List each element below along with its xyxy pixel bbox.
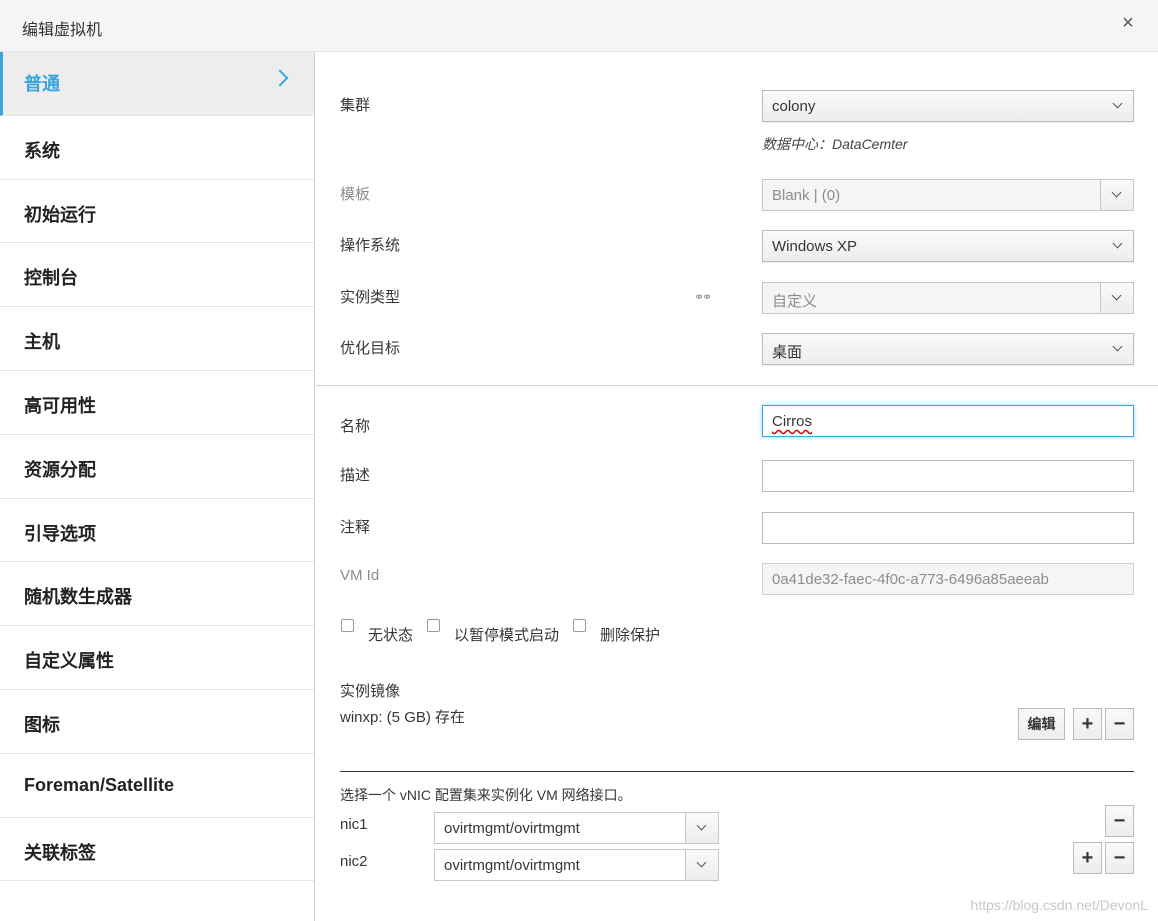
- cluster-value: colony: [772, 98, 816, 115]
- instance-type-dropdown-button[interactable]: [1100, 283, 1133, 313]
- nic1-dropdown-button[interactable]: [685, 813, 718, 843]
- os-label: 操作系统: [340, 237, 401, 254]
- sidebar-item-label: 引导选项: [24, 523, 96, 544]
- sidebar-item-resource-allocation[interactable]: 资源分配: [0, 435, 314, 499]
- start-paused-checkbox[interactable]: [427, 619, 440, 632]
- sidebar-item-boot-options[interactable]: 引导选项: [0, 499, 314, 563]
- nic1-label: nic1: [340, 816, 368, 833]
- nic2-value: ovirtmgmt/ovirtmgmt: [444, 857, 580, 874]
- sidebar-item-label: 主机: [24, 332, 60, 353]
- sidebar-item-console[interactable]: 控制台: [0, 243, 314, 308]
- nic2-label: nic2: [340, 853, 368, 870]
- chevron-down-icon: [1111, 290, 1122, 301]
- sidebar-item-label: 初始运行: [24, 204, 96, 225]
- instance-type-select[interactable]: 自定义: [762, 282, 1134, 314]
- template-label: 模板: [340, 186, 371, 203]
- sidebar-item-label: 自定义属性: [24, 651, 114, 672]
- sidebar-item-general[interactable]: 普通: [0, 52, 314, 116]
- close-icon[interactable]: ×: [1118, 12, 1138, 34]
- watermark: https://blog.csdn.net/DevonL: [970, 897, 1148, 913]
- sidebar-item-label: 控制台: [24, 268, 78, 289]
- comment-input[interactable]: [762, 512, 1134, 544]
- chevron-right-icon: [271, 69, 289, 87]
- sidebar-item-label: 图标: [24, 714, 60, 735]
- sidebar-item-label: 关联标签: [24, 842, 96, 863]
- sidebar-item-rng[interactable]: 随机数生成器: [0, 562, 314, 627]
- os-value: Windows XP: [772, 238, 858, 255]
- general-panel: 集群 colony 数据中心：DataCemter 模板 Blank | (0)…: [316, 52, 1158, 921]
- instance-images-label: 实例镜像: [340, 683, 401, 700]
- vmid-label: VM Id: [340, 567, 380, 584]
- delete-protection-checkbox[interactable]: [573, 619, 586, 632]
- sidebar-item-high-availability[interactable]: 高可用性: [0, 371, 314, 435]
- name-label: 名称: [340, 418, 371, 435]
- remove-image-button[interactable]: −: [1105, 708, 1134, 740]
- sidebar-item-label: Foreman/Satellite: [24, 774, 175, 795]
- remove-nic1-button[interactable]: −: [1105, 805, 1134, 837]
- dialog-title: 编辑虚拟机: [22, 22, 103, 39]
- stateless-label: 无状态: [368, 627, 414, 644]
- chevron-down-icon: [1112, 238, 1123, 249]
- sidebar-item-label: 高可用性: [24, 395, 96, 416]
- link-icon[interactable]: ⚭⚭: [694, 290, 712, 304]
- chevron-down-icon: [1112, 98, 1123, 109]
- nic1-value: ovirtmgmt/ovirtmgmt: [444, 820, 580, 837]
- optimize-label: 优化目标: [340, 340, 401, 357]
- remove-nic2-button[interactable]: −: [1105, 842, 1134, 874]
- name-input[interactable]: Cirros: [762, 405, 1134, 437]
- cluster-label: 集群: [340, 97, 371, 114]
- template-value: Blank | (0): [772, 187, 841, 204]
- chevron-down-icon: [1112, 341, 1123, 352]
- optimize-select[interactable]: 桌面: [762, 333, 1134, 365]
- sidebar-item-initial-run[interactable]: 初始运行: [0, 180, 314, 244]
- sidebar-item-custom-properties[interactable]: 自定义属性: [0, 626, 314, 690]
- vmid-input: 0a41de32-faec-4f0c-a773-6496a85aeeab: [762, 563, 1134, 595]
- template-dropdown-button[interactable]: [1100, 180, 1133, 210]
- sidebar-item-foreman[interactable]: Foreman/Satellite: [0, 754, 314, 818]
- chevron-down-icon: [1111, 187, 1122, 198]
- cluster-select[interactable]: colony: [762, 90, 1134, 122]
- instance-images-value: winxp: (5 GB) 存在: [340, 709, 466, 726]
- description-label: 描述: [340, 467, 371, 484]
- start-paused-label: 以暂停模式启动: [454, 627, 560, 644]
- dialog-header: 编辑虚拟机 ×: [0, 0, 1158, 52]
- sidebar-item-label: 系统: [24, 140, 60, 161]
- sidebar-item-label: 随机数生成器: [24, 587, 132, 608]
- vnic-instruction: 选择一个 vNIC 配置集来实例化 VM 网络接口。: [340, 787, 632, 803]
- comment-label: 注释: [340, 519, 371, 536]
- nic2-dropdown-button[interactable]: [685, 850, 718, 880]
- sidebar-item-affinity-labels[interactable]: 关联标签: [0, 818, 314, 882]
- sidebar: 普通 系统 初始运行 控制台 主机 高可用性 资源分配 引导选项 随机数生成器 …: [0, 52, 315, 921]
- sidebar-item-label: 资源分配: [24, 459, 96, 480]
- instance-type-label: 实例类型: [340, 289, 401, 306]
- add-nic-button[interactable]: +: [1073, 842, 1102, 874]
- add-image-button[interactable]: +: [1073, 708, 1102, 740]
- template-select[interactable]: Blank | (0): [762, 179, 1134, 211]
- os-select[interactable]: Windows XP: [762, 230, 1134, 262]
- nic2-select[interactable]: ovirtmgmt/ovirtmgmt: [434, 849, 719, 881]
- instance-type-value: 自定义: [772, 293, 818, 310]
- sidebar-item-label: 普通: [24, 74, 60, 94]
- sidebar-item-system[interactable]: 系统: [0, 116, 314, 180]
- chevron-down-icon: [696, 820, 707, 831]
- sidebar-item-host[interactable]: 主机: [0, 307, 314, 371]
- name-value: Cirros: [772, 413, 812, 430]
- description-input[interactable]: [762, 460, 1134, 492]
- sidebar-item-icon[interactable]: 图标: [0, 690, 314, 754]
- datacenter-text: 数据中心：DataCemter: [762, 136, 908, 152]
- vnic-divider: [340, 771, 1134, 772]
- section-divider: [316, 385, 1158, 386]
- delete-protection-label: 删除保护: [600, 627, 661, 644]
- optimize-value: 桌面: [772, 344, 803, 361]
- nic1-select[interactable]: ovirtmgmt/ovirtmgmt: [434, 812, 719, 844]
- chevron-down-icon: [696, 857, 707, 868]
- stateless-checkbox[interactable]: [341, 619, 354, 632]
- edit-image-button[interactable]: 编辑: [1018, 708, 1065, 740]
